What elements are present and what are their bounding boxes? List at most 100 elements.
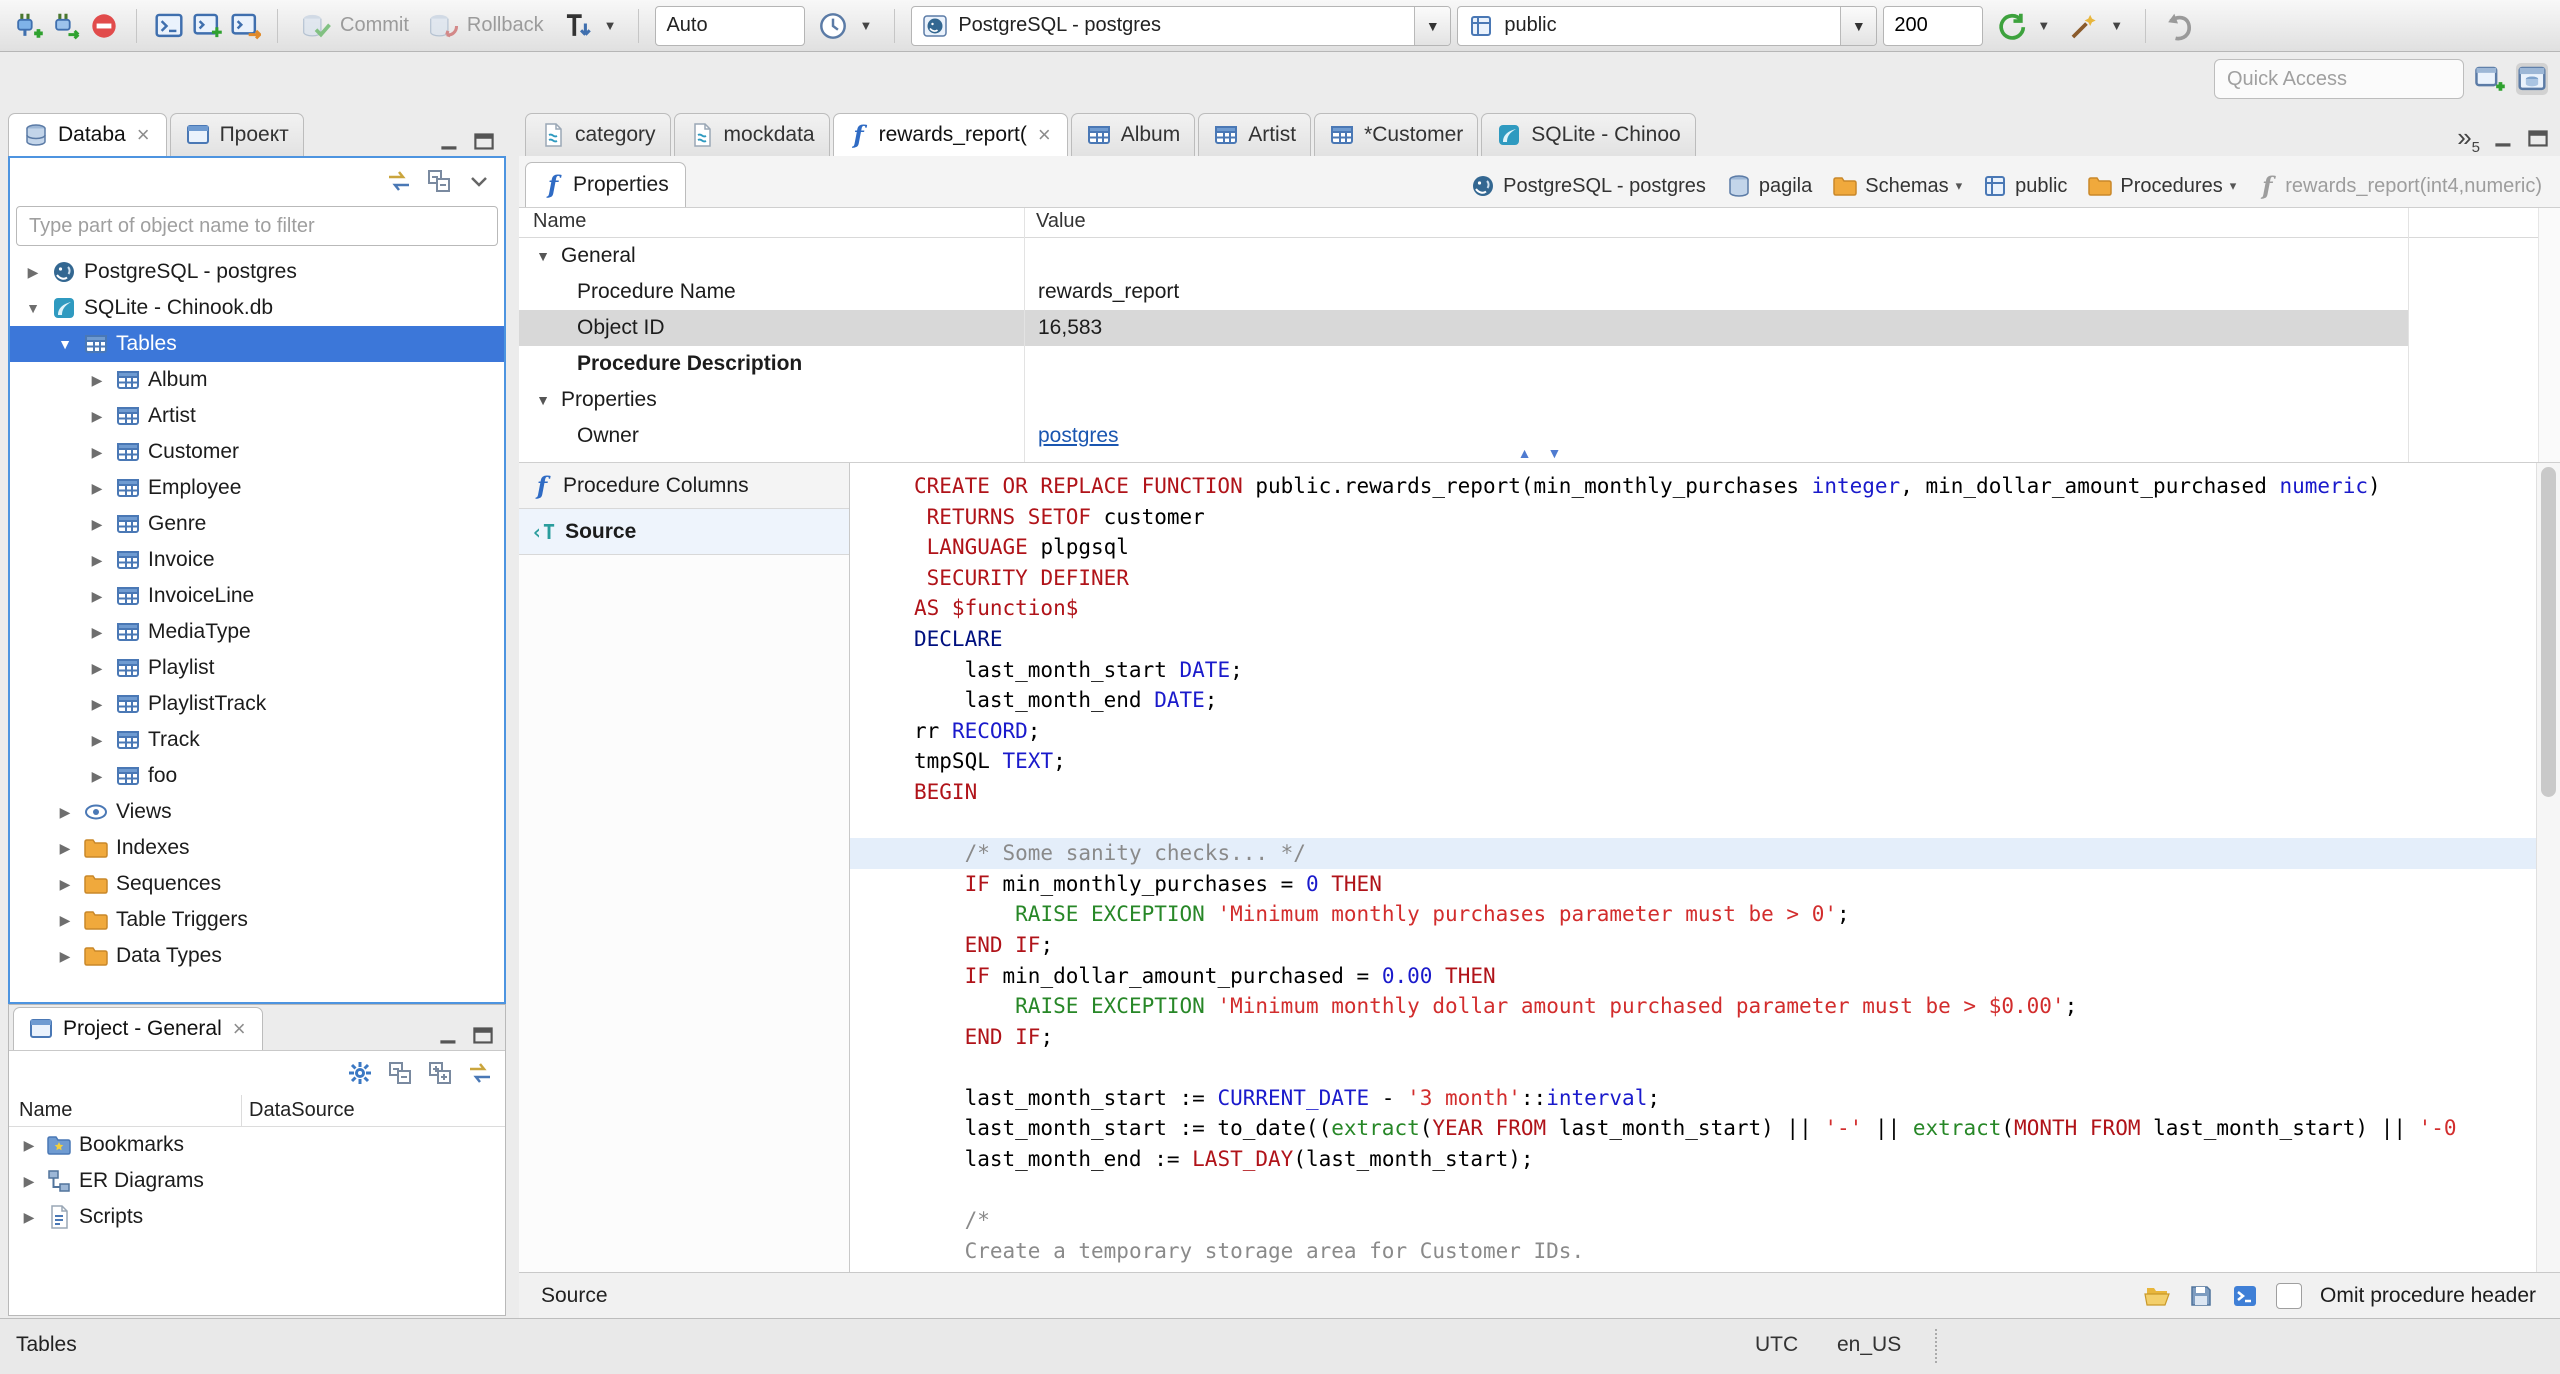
code-line[interactable]: tmpSQL TEXT; bbox=[914, 746, 2536, 777]
connection-selector[interactable]: PostgreSQL - postgres ▼ bbox=[911, 5, 1452, 46]
open-in-sql-console-icon[interactable] bbox=[2232, 1283, 2258, 1309]
code-line[interactable]: /* bbox=[914, 1205, 2536, 1236]
project-item-scripts[interactable]: ▶ Scripts bbox=[9, 1199, 505, 1235]
undo-icon[interactable] bbox=[2162, 10, 2194, 42]
omit-procedure-header-checkbox[interactable] bbox=[2276, 1282, 2303, 1309]
tree-item-employee[interactable]: ▶ Employee bbox=[10, 470, 504, 506]
editor-tab-album[interactable]: Album bbox=[1070, 113, 1196, 156]
code-line[interactable]: last_month_start := CURRENT_DATE - '3 mo… bbox=[914, 1083, 2536, 1114]
twisty-icon[interactable]: ▶ bbox=[19, 1137, 39, 1154]
generate-mock-data-button[interactable]: ▼ bbox=[2062, 8, 2129, 44]
close-icon[interactable]: × bbox=[135, 124, 152, 146]
tree-item-data-types[interactable]: ▶ Data Types bbox=[10, 938, 504, 974]
code-line[interactable]: /* Some sanity checks... */ bbox=[850, 838, 2536, 869]
tree-item-track[interactable]: ▶ Track bbox=[10, 722, 504, 758]
disconnect-icon[interactable] bbox=[88, 10, 120, 42]
tree-item-sequences[interactable]: ▶ Sequences bbox=[10, 866, 504, 902]
save-to-file-icon[interactable] bbox=[2188, 1283, 2214, 1309]
twisty-icon[interactable]: ▶ bbox=[54, 948, 76, 965]
status-timezone[interactable]: UTC bbox=[1755, 1333, 1798, 1357]
tree-item-sqlite-chinook-db[interactable]: ▼ SQLite - Chinook.db bbox=[10, 290, 504, 326]
twisty-icon[interactable]: ▶ bbox=[86, 552, 108, 569]
connect-icon[interactable] bbox=[50, 10, 82, 42]
transaction-log-button[interactable]: ▼ bbox=[811, 8, 878, 44]
column-name[interactable]: Name bbox=[19, 1099, 72, 1122]
twisty-icon[interactable]: ▼ bbox=[533, 392, 553, 408]
refresh-button[interactable]: ▼ bbox=[1989, 8, 2056, 44]
tab-overflow-button[interactable]: »5 bbox=[2453, 122, 2484, 156]
commit-button[interactable]: Commit bbox=[294, 8, 415, 44]
twisty-icon[interactable]: ▶ bbox=[86, 588, 108, 605]
breadcrumb-item-postgresql-postgres[interactable]: PostgreSQL - postgres bbox=[1470, 173, 1706, 199]
subtab-source[interactable]: ‹T Source bbox=[519, 509, 849, 555]
expand-all-icon[interactable] bbox=[427, 1060, 453, 1086]
rollback-button[interactable]: Rollback bbox=[421, 8, 550, 44]
code-line[interactable]: last_month_start := to_date((extract(YEA… bbox=[914, 1113, 2536, 1144]
open-perspective-icon[interactable] bbox=[2474, 63, 2506, 95]
sql-editor-icon[interactable] bbox=[153, 10, 185, 42]
scrollbar-thumb[interactable] bbox=[2541, 467, 2556, 797]
commit-mode-combo[interactable]: Auto bbox=[655, 5, 806, 46]
twisty-icon[interactable]: ▶ bbox=[54, 840, 76, 857]
navigator-tab-databa[interactable]: Databa × bbox=[8, 113, 167, 156]
code-line[interactable]: DECLARE bbox=[914, 624, 2536, 655]
code-line[interactable] bbox=[914, 808, 2536, 839]
twisty-icon[interactable]: ▶ bbox=[86, 624, 108, 641]
maximize-icon[interactable] bbox=[2524, 125, 2552, 153]
navigator-tab-проект[interactable]: Проект bbox=[169, 113, 304, 156]
code-line[interactable]: IF min_monthly_purchases = 0 THEN bbox=[914, 869, 2536, 900]
twisty-icon[interactable]: ▶ bbox=[54, 876, 76, 893]
twisty-icon[interactable]: ▼ bbox=[54, 336, 76, 352]
property-row-owner[interactable]: Owner postgres bbox=[519, 418, 2408, 454]
status-locale[interactable]: en_US bbox=[1837, 1333, 1901, 1357]
code-line[interactable]: CREATE OR REPLACE FUNCTION public.reward… bbox=[914, 471, 2536, 502]
tree-item-foo[interactable]: ▶ foo bbox=[10, 758, 504, 794]
connection-dropdown-button[interactable]: ▼ bbox=[1414, 6, 1451, 45]
maximize-icon[interactable] bbox=[470, 128, 498, 156]
property-row-general[interactable]: ▼ General bbox=[519, 238, 2408, 274]
tab-properties[interactable]: f Properties bbox=[525, 162, 686, 207]
twisty-icon[interactable]: ▶ bbox=[19, 1173, 39, 1190]
twisty-icon[interactable]: ▶ bbox=[22, 264, 44, 281]
minimize-icon[interactable] bbox=[436, 128, 464, 156]
code-line[interactable]: LANGUAGE plpgsql bbox=[914, 532, 2536, 563]
twisty-icon[interactable]: ▶ bbox=[86, 408, 108, 425]
new-connection-icon[interactable] bbox=[12, 10, 44, 42]
editor-tab-artist[interactable]: Artist bbox=[1198, 113, 1312, 156]
editor-tab-category[interactable]: category bbox=[525, 113, 671, 156]
column-divider[interactable] bbox=[2408, 208, 2409, 462]
editor-tab-customer[interactable]: *Customer bbox=[1314, 113, 1479, 156]
tree-item-invoiceline[interactable]: ▶ InvoiceLine bbox=[10, 578, 504, 614]
property-row-procedure-name[interactable]: Procedure Name rewards_report bbox=[519, 274, 2408, 310]
twisty-icon[interactable]: ▶ bbox=[86, 732, 108, 749]
project-item-bookmarks[interactable]: ▶ Bookmarks bbox=[9, 1127, 505, 1163]
quick-access-input[interactable] bbox=[2214, 59, 2464, 99]
close-icon[interactable]: × bbox=[1036, 124, 1053, 146]
tree-item-playlist[interactable]: ▶ Playlist bbox=[10, 650, 504, 686]
new-sql-editor-icon[interactable] bbox=[191, 10, 223, 42]
twisty-icon[interactable]: ▶ bbox=[86, 696, 108, 713]
tree-item-tables[interactable]: ▼ Tables bbox=[10, 326, 504, 362]
subtab-procedure-columns[interactable]: f Procedure Columns bbox=[519, 463, 849, 509]
grid-scrollbar[interactable] bbox=[2538, 208, 2560, 462]
code-line[interactable]: last_month_end := LAST_DAY(last_month_st… bbox=[914, 1144, 2536, 1175]
code-line[interactable]: RETURNS SETOF customer bbox=[914, 502, 2536, 533]
chevron-down-icon[interactable]: ▾ bbox=[2230, 178, 2237, 194]
editor-tab-sqlite-chinoo[interactable]: SQLite - Chinoo bbox=[1481, 113, 1696, 156]
current-perspective-icon[interactable] bbox=[2516, 63, 2548, 95]
code-line[interactable]: END IF; bbox=[914, 1022, 2536, 1053]
column-divider[interactable] bbox=[241, 1095, 242, 1126]
load-from-file-icon[interactable] bbox=[2144, 1283, 2170, 1309]
property-row-procedure-description[interactable]: Procedure Description bbox=[519, 346, 2408, 382]
tree-item-views[interactable]: ▶ Views bbox=[10, 794, 504, 830]
code-line[interactable]: RAISE EXCEPTION 'Minimum monthly purchas… bbox=[914, 899, 2536, 930]
property-row-properties[interactable]: ▼ Properties bbox=[519, 382, 2408, 418]
twisty-icon[interactable]: ▶ bbox=[86, 444, 108, 461]
twisty-icon[interactable]: ▶ bbox=[54, 912, 76, 929]
view-menu-icon[interactable] bbox=[466, 168, 492, 194]
twisty-icon[interactable]: ▼ bbox=[533, 248, 553, 264]
tree-item-playlisttrack[interactable]: ▶ PlaylistTrack bbox=[10, 686, 504, 722]
breadcrumb-item-procedures[interactable]: Procedures ▾ bbox=[2087, 173, 2236, 199]
tree-item-table-triggers[interactable]: ▶ Table Triggers bbox=[10, 902, 504, 938]
breadcrumb-item-schemas[interactable]: Schemas ▾ bbox=[1832, 173, 1962, 199]
